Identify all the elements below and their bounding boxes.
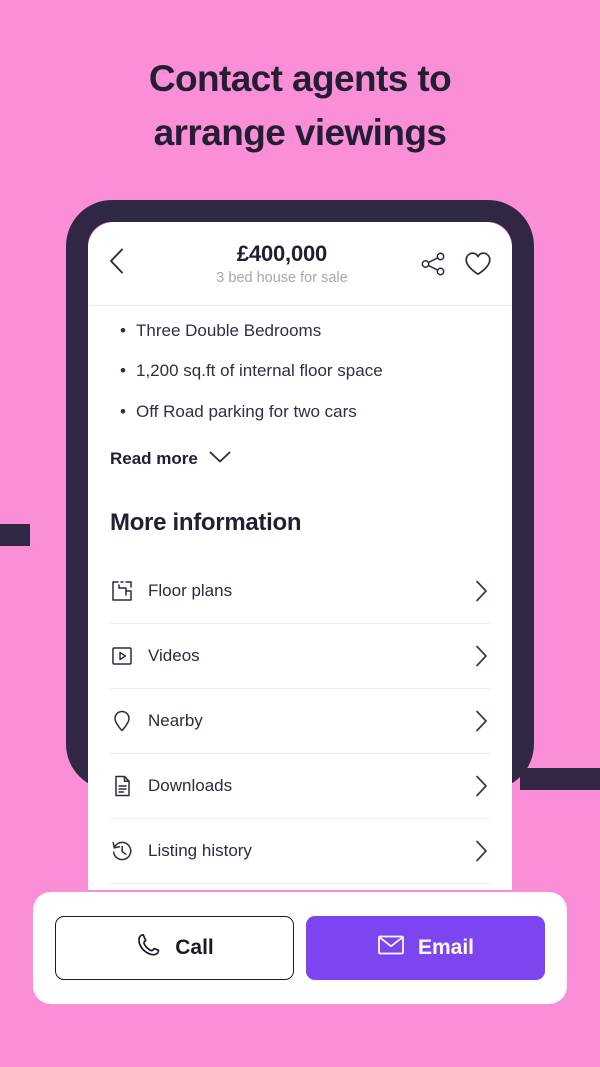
list-item: • 1,200 sq.ft of internal floor space <box>88 360 512 381</box>
list-item-label: Floor plans <box>148 580 233 600</box>
app-header: £400,000 3 bed house for sale <box>88 222 512 306</box>
share-icon[interactable] <box>420 251 446 277</box>
section-title: More information <box>110 508 302 536</box>
list-item-listing-history[interactable]: Listing history <box>110 819 490 884</box>
chevron-right-icon <box>475 710 490 732</box>
headline-line-2: arrange viewings <box>153 111 447 153</box>
chevron-right-icon <box>475 580 490 602</box>
frame-tail-left <box>0 524 30 546</box>
bullet-marker: • <box>120 361 126 381</box>
list-item-label: Videos <box>148 645 200 665</box>
chevron-right-icon <box>475 645 490 667</box>
listing-price: £400,000 <box>236 241 328 266</box>
list-item-downloads[interactable]: Downloads <box>110 754 490 819</box>
list-item-label: Listing history <box>148 840 252 860</box>
heart-icon[interactable] <box>464 251 492 277</box>
list-item-floor-plans[interactable]: Floor plans <box>110 559 490 624</box>
promo-headline: Contact agents to arrange viewings <box>0 52 600 159</box>
document-icon <box>110 774 148 798</box>
more-information-list: Floor plans Videos Nearby Downloads List… <box>88 537 512 884</box>
header-actions <box>420 251 512 277</box>
chevron-down-icon <box>209 449 231 469</box>
call-button[interactable]: Call <box>55 916 294 980</box>
header-titles: £400,000 3 bed house for sale <box>144 241 420 286</box>
read-more-label: Read more <box>110 448 198 468</box>
feature-text: 1,200 sq.ft of internal floor space <box>136 361 383 381</box>
list-item-videos[interactable]: Videos <box>110 624 490 689</box>
email-button[interactable]: Email <box>306 916 545 980</box>
bullet-marker: • <box>120 401 126 421</box>
floorplan-icon <box>110 579 148 603</box>
list-item-label: Downloads <box>148 775 233 795</box>
chevron-left-icon <box>109 248 124 279</box>
list-item-label: Nearby <box>148 710 203 730</box>
feature-text: Three Double Bedrooms <box>136 321 322 340</box>
listing-subtitle: 3 bed house for sale <box>216 270 348 286</box>
chevron-right-icon <box>475 775 490 797</box>
headline-line-1: Contact agents to <box>148 58 452 99</box>
bullet-marker: • <box>120 321 126 340</box>
map-pin-icon <box>110 709 148 733</box>
phone-screen: £400,000 3 bed house for sale • Three Do… <box>88 222 512 890</box>
list-item: • Off Road parking for two cars <box>88 401 512 422</box>
envelope-icon <box>377 933 405 963</box>
back-button[interactable] <box>88 248 144 279</box>
chevron-right-icon <box>475 840 490 862</box>
video-play-icon <box>110 644 148 668</box>
feature-text: Off Road parking for two cars <box>136 401 357 421</box>
email-button-label: Email <box>417 936 475 959</box>
contact-action-bar: Call Email <box>33 892 567 1004</box>
list-item: • Three Double Bedrooms <box>88 320 512 341</box>
clock-history-icon <box>110 839 148 863</box>
list-item-nearby[interactable]: Nearby <box>110 689 490 754</box>
call-button-label: Call <box>175 936 214 959</box>
read-more-button[interactable]: Read more <box>88 441 512 469</box>
feature-list: • Three Double Bedrooms • 1,200 sq.ft of… <box>88 306 512 422</box>
phone-icon <box>135 932 162 965</box>
frame-tail-right <box>520 768 600 790</box>
